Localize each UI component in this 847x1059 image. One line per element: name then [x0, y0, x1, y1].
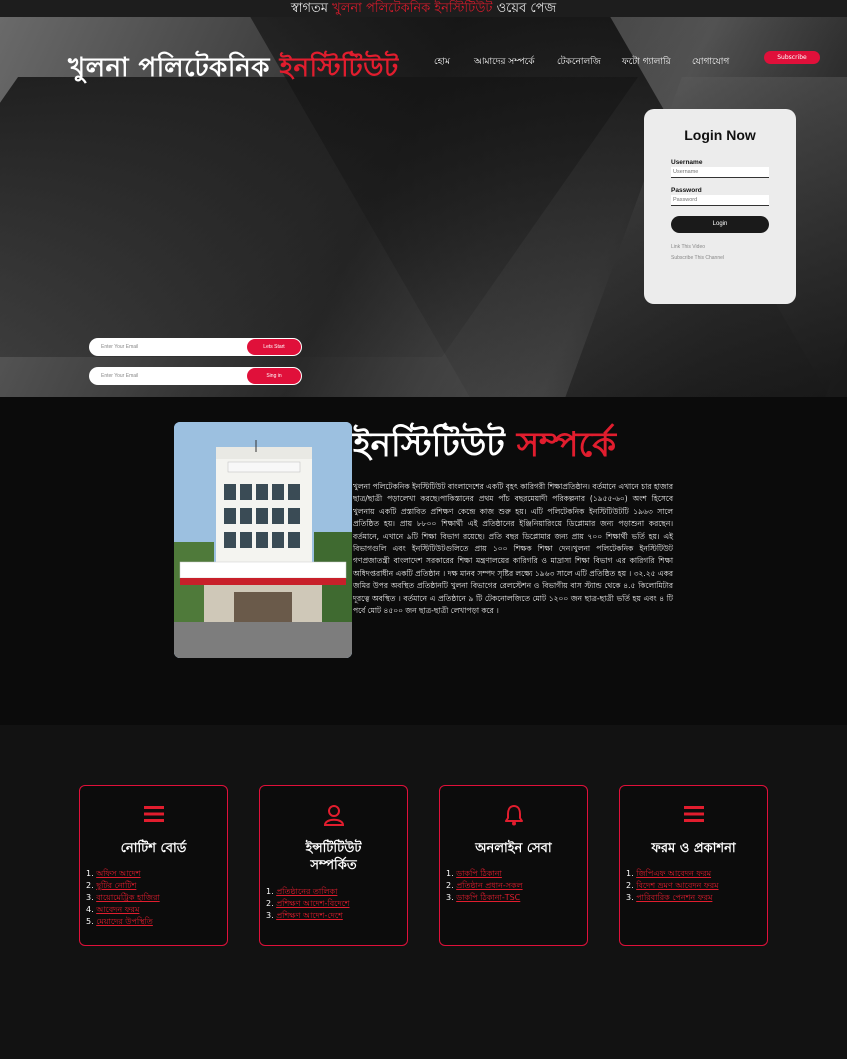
service-link-address[interactable]: ডাকপি ঠিকানা	[456, 869, 502, 878]
video-link[interactable]: Link This Video	[671, 244, 705, 250]
card-list: 1. জিপিএফ আবেদন ফরম 2. বিদেশ ভ্রমণ আবেদন…	[626, 868, 719, 904]
list-item: 3. প্রশিক্ষণ আদেশ-দেশে	[266, 911, 343, 920]
username-label: Username	[671, 159, 703, 166]
form-link-pension[interactable]: পারিবারিক পেনশন ফরম	[636, 893, 712, 902]
marquee-institute: খুলনা পলিটেকনিক ইনস্টিটিউট	[332, 1, 493, 16]
username-input[interactable]	[671, 167, 769, 178]
subscribe-button[interactable]: Subscribe	[764, 51, 820, 64]
notice-link-application[interactable]: আবেদন ফরম	[96, 905, 139, 914]
email-input[interactable]: Enter Your Email	[101, 367, 138, 385]
institute-link-training-abroad[interactable]: প্রশিক্ষণ আদেশ-বিদেশে	[276, 899, 349, 908]
bell-icon	[440, 804, 587, 828]
notice-link-biometric[interactable]: বায়োমেট্রিক হাজিরা	[96, 893, 159, 902]
institute-link-list[interactable]: প্রতিষ্ঠানের তালিকা	[276, 887, 337, 896]
list-item: 3. ডাকপি ঠিকানা-TSC	[446, 893, 521, 902]
about-description: খুলনা পলিটেকনিক ইনস্টিটিউট বাংলাদেশের এক…	[353, 482, 673, 616]
list-item: 3. পারিবারিক পেনশন ফরম	[626, 893, 713, 902]
card-forms-publications: ফরম ও প্রকাশনা 1. জিপিএফ আবেদন ফরম 2. বি…	[619, 785, 768, 946]
card-title-line: নোটিশ বোর্ড	[120, 841, 187, 856]
about-section: ইনস্টিটিউট সম্পর্কে খুলনা পলিটেকনিক ইনস্…	[0, 397, 847, 725]
logo-text-red: ইনস্টিটিউট	[279, 53, 399, 83]
list-item: 2. প্রতিষ্ঠান প্রধান-সকল	[446, 881, 523, 890]
menu-icon	[80, 804, 227, 828]
card-list: 1. ডাকপি ঠিকানা 2. প্রতিষ্ঠান প্রধান-সকল…	[446, 868, 523, 904]
list-item: 3. বায়োমেট্রিক হাজিরা	[86, 893, 160, 902]
card-title-line: ফরম ও প্রকাশনা	[651, 841, 736, 856]
card-list: 1. প্রতিষ্ঠানের তালিকা 2. প্রশিক্ষণ আদেশ…	[266, 886, 350, 922]
email-form-signin: Enter Your Email Sing in	[89, 367, 302, 385]
card-list: 1. অফিস আদেশ 2. ছুটির নোটিশ 3. বায়োমেট্…	[86, 868, 160, 928]
list-item: 1. অফিস আদেশ	[86, 869, 141, 878]
menu-icon	[620, 804, 767, 828]
card-title: অনলাইন সেবা	[440, 840, 587, 857]
about-title: ইনস্টিটিউট সম্পর্কে	[353, 419, 616, 476]
service-link-head[interactable]: প্রতিষ্ঠান প্রধান-সকল	[456, 881, 522, 890]
list-item: 1. প্রতিষ্ঠানের তালিকা	[266, 887, 338, 896]
services-section: নোটিশ বোর্ড 1. অফিস আদেশ 2. ছুটির নোটিশ …	[0, 725, 847, 1059]
card-title-line: ইন্সটিটিউট	[305, 841, 362, 856]
card-notice-board: নোটিশ বোর্ড 1. অফিস আদেশ 2. ছুটির নোটিশ …	[79, 785, 228, 946]
notice-link-attendance[interactable]: মেয়াদের উপস্থিতি	[96, 917, 153, 926]
list-item: 2. ছুটির নোটিশ	[86, 881, 137, 890]
hero-section: খুলনা পলিটেকনিক ইনস্টিটিউট হোম আমাদের সম…	[0, 17, 847, 397]
nav-gallery[interactable]: ফটো গ্যালারি	[622, 54, 671, 69]
institute-building-photo	[174, 422, 352, 658]
nav-home[interactable]: হোম	[434, 54, 450, 69]
list-item: 2. প্রশিক্ষণ আদেশ-বিদেশে	[266, 899, 350, 908]
password-input[interactable]	[671, 195, 769, 206]
notice-link-office-order[interactable]: অফিস আদেশ	[96, 869, 140, 878]
notice-link-holiday[interactable]: ছুটির নোটিশ	[96, 881, 136, 890]
card-title-line: অনলাইন সেবা	[475, 841, 552, 856]
about-title-white: ইনস্টিটিউট	[353, 425, 505, 465]
form-link-gpf[interactable]: জিপিএফ আবেদন ফরম	[636, 869, 711, 878]
password-label: Password	[671, 187, 702, 194]
nav-technology[interactable]: টেকনোলজি	[557, 54, 601, 69]
user-icon	[260, 804, 407, 828]
sign-in-button[interactable]: Sing in	[247, 368, 301, 384]
service-link-tsc[interactable]: ডাকপি ঠিকানা-TSC	[456, 893, 520, 902]
card-title: ইন্সটিটিউট সম্পর্কিত	[260, 840, 407, 874]
welcome-marquee: স্বাগতম খুলনা পলিটেকনিক ইনস্টিটিউট ওয়েব…	[0, 0, 847, 17]
list-item: 1. ডাকপি ঠিকানা	[446, 869, 502, 878]
marquee-welcome: স্বাগতম	[290, 1, 329, 16]
form-link-travel[interactable]: বিদেশ ভ্রমণ আবেদন ফরম	[636, 881, 718, 890]
channel-link[interactable]: Subscribe This Channel	[671, 255, 724, 261]
marquee-webpage: ওয়েব পেজ	[496, 1, 557, 16]
card-title: ফরম ও প্রকাশনা	[620, 840, 767, 857]
card-online-service: অনলাইন সেবা 1. ডাকপি ঠিকানা 2. প্রতিষ্ঠা…	[439, 785, 588, 946]
building-illustration	[174, 422, 352, 658]
email-form-start: Enter Your Email Lets Start	[89, 338, 302, 356]
institute-link-training-local[interactable]: প্রশিক্ষণ আদেশ-দেশে	[276, 911, 343, 920]
site-logo[interactable]: খুলনা পলিটেকনিক ইনস্টিটিউট	[68, 47, 399, 91]
email-input[interactable]: Enter Your Email	[101, 338, 138, 356]
lets-start-button[interactable]: Lets Start	[247, 339, 301, 355]
about-title-red: সম্পর্কে	[516, 425, 616, 465]
list-item: 4. আবেদন ফরম	[86, 905, 140, 914]
login-title: Login Now	[684, 127, 756, 143]
card-title: নোটিশ বোর্ড	[80, 840, 227, 857]
logo-text-white: খুলনা পলিটেকনিক	[68, 53, 270, 83]
list-item: 1. জিপিএফ আবেদন ফরম	[626, 869, 712, 878]
list-item: 5. মেয়াদের উপস্থিতি	[86, 917, 153, 926]
card-title-line: সম্পর্কিত	[310, 858, 357, 873]
nav-contact[interactable]: যোগাযোগ	[692, 54, 729, 69]
login-panel: Login Now Username Password Login Link T…	[644, 109, 796, 304]
card-institute-related: ইন্সটিটিউট সম্পর্কিত 1. প্রতিষ্ঠানের তাল…	[259, 785, 408, 946]
list-item: 2. বিদেশ ভ্রমণ আবেদন ফরম	[626, 881, 719, 890]
login-button[interactable]: Login	[671, 216, 769, 233]
nav-about[interactable]: আমাদের সম্পর্কে	[474, 54, 535, 69]
